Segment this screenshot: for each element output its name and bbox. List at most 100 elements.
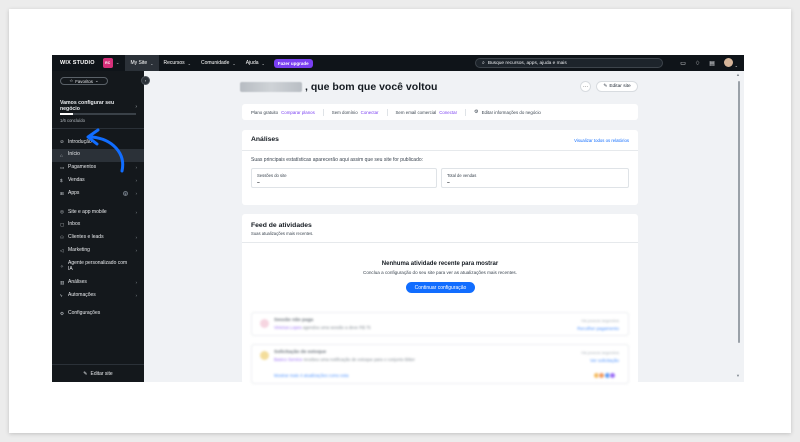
- sidebar-item-clients[interactable]: ⚇ Clientes e leads ›: [52, 232, 144, 245]
- gear-icon: ⚙: [474, 109, 479, 115]
- setup-count: 1/6 concluído: [60, 118, 85, 123]
- upgrade-button[interactable]: Fazer upgrade: [273, 58, 313, 68]
- sidebar-item-inbox[interactable]: ▢ Inbox: [52, 219, 144, 232]
- bell-icon[interactable]: ♢: [695, 60, 700, 67]
- ghost-activity-item: Sessão não paga Vinicius Lopes agendou u…: [251, 312, 629, 336]
- home-icon: ⌂: [60, 152, 63, 158]
- chevron-down-icon: ⌄: [734, 62, 738, 68]
- sidebar-item-automations[interactable]: ϟ Automações ›: [52, 289, 144, 302]
- edit-site-button[interactable]: ✎ Editar site: [596, 81, 638, 92]
- sidebar-item-site-mobile[interactable]: ◎ Site e app mobile ›: [52, 206, 144, 219]
- gear-icon: ⚙: [60, 311, 65, 317]
- nav-my-site[interactable]: My Site ⌄: [125, 55, 159, 71]
- empty-state-title: Nenhuma atividade recente para mostrar: [381, 261, 499, 267]
- page-title: , que bom que você voltou: [305, 81, 438, 93]
- connect-email-link[interactable]: Conectar: [439, 110, 457, 115]
- favorites-button[interactable]: ☆ Favoritos ⌄: [60, 77, 108, 85]
- topbar-icons: ▭ ♢ ▤ ⌄: [680, 55, 738, 71]
- feed-title: Feed de atividades: [251, 222, 312, 229]
- scrollbar[interactable]: ▲ ▼: [736, 71, 742, 382]
- chevron-right-icon: ›: [135, 104, 137, 110]
- divider: [465, 108, 467, 116]
- globe-icon: ◎: [60, 209, 64, 215]
- box-icon: [260, 351, 269, 360]
- stat-site-sessions: Sessões do site –: [251, 168, 437, 188]
- edit-business-info-link[interactable]: Editar informações do negócio: [482, 110, 541, 115]
- analytics-card: Análises Visualizar todos os relatórios …: [242, 130, 638, 205]
- divider: [242, 150, 638, 151]
- sidebar: ☆ Favoritos ⌄ Vamos configurar seu negóc…: [52, 71, 144, 382]
- star-icon: ☆: [69, 78, 74, 83]
- chat-icon[interactable]: ▭: [680, 60, 686, 67]
- stat-total-sales: Total de vendas –: [441, 168, 629, 188]
- sidebar-item-apps[interactable]: ⊞ Apps i ›: [52, 187, 144, 200]
- setup-progress-card[interactable]: Vamos configurar seu negócio › 1/6 concl…: [52, 95, 144, 129]
- chevron-right-icon: ›: [135, 191, 138, 197]
- top-bar: WIX STUDIO RC ⌄ My Site ⌄ Recursos ⌄ Comun…: [52, 55, 744, 71]
- setup-title: Vamos configurar seu negócio: [60, 100, 115, 113]
- sidebar-edit-site-button[interactable]: ✎ Editar site: [52, 364, 144, 382]
- plan-info-bar: Plano gratuito Comparar planos Sem domín…: [242, 104, 638, 120]
- sidebar-item-analytics[interactable]: ▥ Análises ›: [52, 276, 144, 289]
- pencil-icon: ✎: [83, 370, 88, 377]
- site-avatar[interactable]: RC: [102, 58, 113, 68]
- scroll-down-icon[interactable]: ▼: [736, 373, 740, 378]
- chevron-right-icon: ›: [135, 280, 138, 286]
- activity-feed-card: Feed de atividades Suas atualizações mai…: [242, 214, 638, 384]
- chevron-left-icon: ‹: [144, 78, 147, 83]
- bolt-icon: ϟ: [60, 292, 63, 298]
- more-icon: ···: [583, 83, 588, 90]
- nav-resources[interactable]: Recursos ⌄: [159, 55, 196, 71]
- chevron-right-icon: ›: [135, 248, 138, 254]
- site-switcher-chevron-icon[interactable]: ⌄: [116, 60, 120, 66]
- user-avatar: [723, 57, 733, 67]
- divider: [386, 108, 388, 116]
- chevron-right-icon: ›: [135, 292, 138, 298]
- compass-icon: ⊘: [60, 139, 64, 145]
- chevron-right-icon: ›: [135, 209, 138, 215]
- collapse-sidebar-button[interactable]: ‹: [141, 76, 150, 85]
- chevron-right-icon: ›: [135, 178, 138, 184]
- avatar-stack: [592, 372, 616, 379]
- scrollbar-thumb[interactable]: [738, 81, 740, 343]
- dollar-icon: $: [60, 178, 63, 184]
- analytics-subtitle: Suas principais estatísticas aparecerão …: [251, 157, 424, 163]
- sparkle-icon: ✧: [60, 263, 64, 269]
- chevron-down-icon: ⌄: [94, 78, 99, 83]
- connect-domain-link[interactable]: Conectar: [361, 110, 379, 115]
- avatar: [609, 372, 616, 379]
- ghost-activity-item: Solicitação de estoque Basico Service re…: [251, 344, 629, 384]
- analytics-title: Análises: [251, 136, 279, 143]
- chevron-down-icon: ⌄: [187, 60, 191, 66]
- nav-community[interactable]: Comunidade ⌄: [196, 55, 241, 71]
- sidebar-item-settings[interactable]: ⚙ Configurações: [52, 308, 144, 321]
- setup-progress-fill: [60, 113, 73, 115]
- inbox-icon: ▢: [60, 222, 65, 228]
- sidebar-item-ai-agent[interactable]: ✧ Agente personalizado com IA: [52, 257, 144, 276]
- tutorial-arrow-icon: [86, 128, 125, 173]
- calendar-icon: [260, 319, 269, 328]
- compare-plans-link[interactable]: Comparar planos: [281, 110, 315, 115]
- grid-icon: ⊞: [60, 190, 64, 196]
- pencil-icon: ✎: [603, 84, 608, 89]
- page-header: , que bom que você voltou ··· ✎ Editar si…: [240, 80, 640, 94]
- search-input[interactable]: ⌕ Busque recursos, apps, ajuda e mais: [475, 58, 663, 68]
- blurred-user-name: [240, 82, 302, 92]
- view-all-reports-link[interactable]: Visualizar todos os relatórios: [574, 138, 629, 143]
- continue-setup-button[interactable]: Continuar configuração: [406, 282, 475, 293]
- megaphone-icon: ◁: [60, 247, 64, 253]
- chevron-right-icon: ›: [135, 165, 138, 171]
- chevron-down-icon: ⌄: [150, 60, 154, 66]
- people-icon: ⚇: [60, 234, 65, 240]
- sidebar-item-marketing[interactable]: ◁ Marketing ›: [52, 244, 144, 257]
- divider: [322, 108, 324, 116]
- nav-help[interactable]: Ajuda ⌄: [241, 55, 270, 71]
- wix-studio-logo[interactable]: WIX STUDIO: [60, 60, 95, 66]
- chevron-down-icon: ⌄: [232, 60, 236, 66]
- layout-icon[interactable]: ▤: [709, 60, 715, 67]
- scroll-up-icon[interactable]: ▲: [736, 72, 740, 77]
- divider: [242, 242, 638, 243]
- user-menu[interactable]: ⌄: [723, 57, 738, 69]
- more-options-button[interactable]: ···: [580, 81, 591, 92]
- chevron-down-icon: ⌄: [261, 60, 265, 66]
